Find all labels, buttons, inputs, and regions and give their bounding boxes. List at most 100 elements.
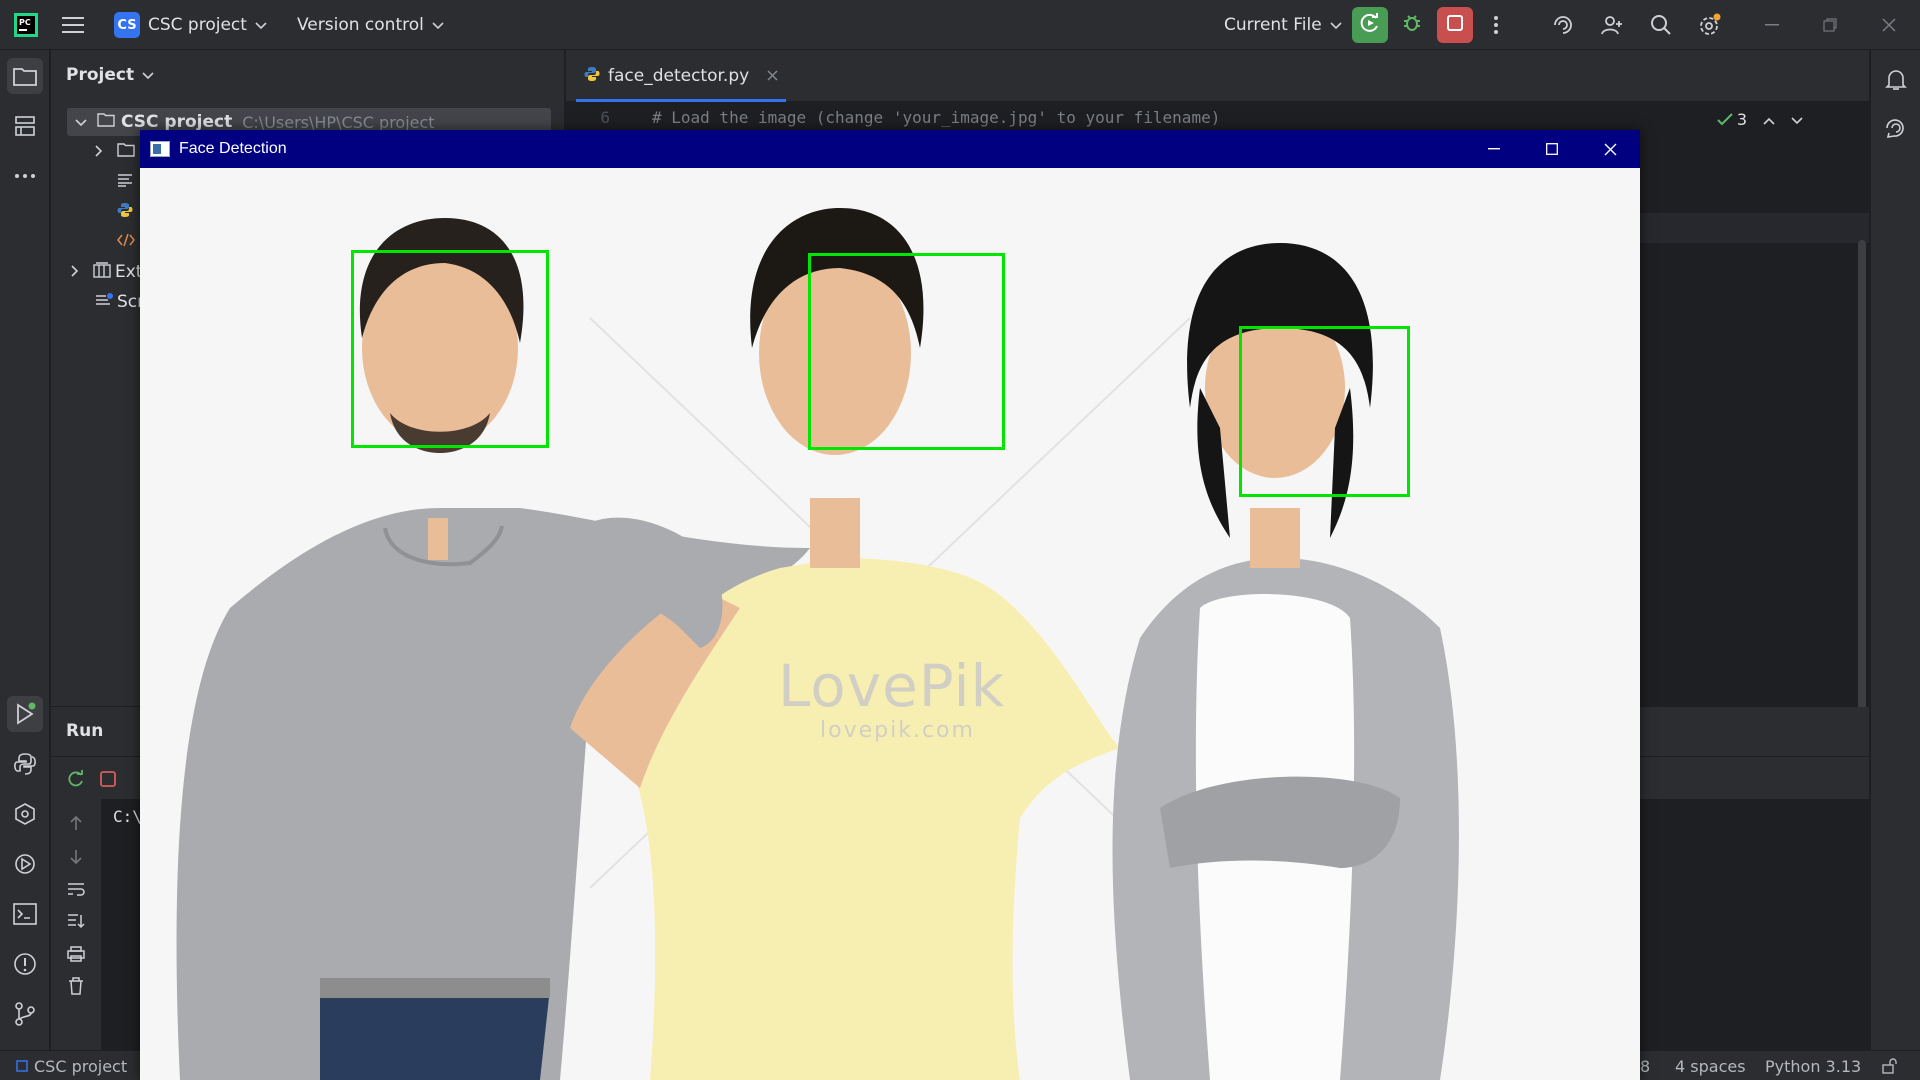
right-tool-window-bar (1870, 50, 1920, 1050)
cv-minimize-icon[interactable] (1466, 130, 1522, 168)
search-icon[interactable] (1644, 0, 1678, 50)
status-project-name: CSC project (34, 1056, 128, 1076)
run-config-label: Current File (1224, 15, 1322, 35)
main-menu-icon[interactable] (60, 0, 86, 50)
folder-icon (117, 142, 135, 162)
editor-tab-bar: face_detector.py (566, 50, 1869, 102)
inspection-count: 3 (1736, 110, 1747, 129)
unlock-icon[interactable] (1882, 1051, 1898, 1080)
more-tool-windows-icon[interactable] (7, 158, 43, 194)
run-configuration-select[interactable]: Current File (1224, 0, 1342, 50)
run-services-icon[interactable] (7, 846, 43, 882)
html-file-icon (117, 232, 135, 252)
ai-assistant-icon[interactable] (1546, 0, 1580, 50)
editor-scrollbar[interactable] (1858, 240, 1866, 730)
terminal-icon[interactable] (7, 896, 43, 932)
stop-button[interactable] (1437, 7, 1473, 43)
tab-close-icon[interactable] (767, 66, 778, 86)
tree-item-text-file[interactable] (117, 168, 133, 196)
stop-icon[interactable] (94, 765, 122, 793)
arrow-down-icon[interactable] (62, 843, 90, 871)
scratches-icon (95, 292, 113, 313)
cv-maximize-icon[interactable] (1524, 130, 1580, 168)
tree-external-libraries-label: Ext (115, 262, 143, 282)
ide-window: PC CS CSC project Version control Curren… (0, 0, 1920, 1080)
chevron-down-icon (142, 65, 154, 85)
tree-root-path: C:\Users\HP\CSC project (242, 112, 435, 132)
status-interpreter[interactable]: Python 3.13 (1765, 1051, 1861, 1080)
more-actions-icon[interactable] (1482, 0, 1510, 50)
chevron-down-icon (1330, 15, 1342, 35)
scroll-to-end-icon[interactable] (62, 907, 90, 935)
run-tool-icon[interactable] (7, 696, 43, 732)
status-indent-label: 4 spaces (1675, 1056, 1746, 1076)
status-indent[interactable]: 4 spaces (1675, 1051, 1746, 1080)
status-caret-position[interactable]: 8 (1640, 1051, 1650, 1080)
minimize-icon[interactable] (1755, 0, 1789, 50)
rerun-icon (1359, 12, 1381, 39)
status-project-breadcrumb[interactable]: CSC project (16, 1051, 127, 1080)
face-detection-box (351, 250, 549, 448)
close-icon[interactable] (1872, 0, 1906, 50)
cv-close-icon[interactable] (1582, 130, 1638, 168)
inspection-status: 3 (1717, 110, 1747, 129)
arrow-up-icon[interactable] (62, 809, 90, 837)
folder-icon (97, 112, 115, 132)
project-badge: CS (114, 12, 140, 38)
code-line[interactable]: 6 # Load the image (change 'your_image.j… (566, 102, 1826, 132)
window-app-icon (150, 141, 170, 157)
project-folder-icon[interactable] (7, 58, 43, 94)
git-icon[interactable] (7, 996, 43, 1032)
left-tool-window-bar (0, 50, 50, 1050)
settings-gear-icon[interactable] (1693, 0, 1727, 50)
project-switcher[interactable]: CS CSC project (114, 0, 267, 50)
tab-face-detector[interactable]: face_detector.py (576, 50, 786, 102)
watermark-logo: LovePik (778, 652, 1006, 720)
python-packages-icon[interactable] (7, 746, 43, 782)
face-detection-box (1239, 326, 1410, 497)
inspection-widget[interactable]: 3 (1717, 110, 1803, 129)
tree-item-folder[interactable] (95, 138, 135, 166)
chevron-up-icon[interactable] (1763, 110, 1775, 129)
rerun-icon[interactable] (62, 765, 90, 793)
face-detection-box (808, 253, 1005, 450)
library-icon (93, 261, 111, 283)
code-with-me-icon[interactable] (1595, 0, 1629, 50)
project-panel-header[interactable]: Project (66, 65, 154, 85)
restore-icon[interactable] (1813, 0, 1847, 50)
notifications-bell-icon[interactable] (1878, 62, 1914, 98)
chevron-right-icon (95, 142, 103, 162)
chevron-down-icon[interactable] (1791, 110, 1803, 129)
debug-button[interactable] (1394, 0, 1430, 50)
ai-chat-icon[interactable] (1878, 110, 1914, 146)
tree-item-scratches[interactable]: Scr (95, 288, 144, 316)
services-icon[interactable] (7, 796, 43, 832)
cv-window-titlebar[interactable]: Face Detection (140, 130, 1640, 168)
cv-window-title: Face Detection (179, 140, 287, 157)
structure-icon[interactable] (7, 108, 43, 144)
project-name: CSC project (148, 15, 247, 35)
main-toolbar: PC CS CSC project Version control Curren… (0, 0, 1920, 50)
print-icon[interactable] (62, 940, 90, 968)
chevron-down-icon (432, 15, 444, 35)
project-panel-title: Project (66, 65, 135, 85)
run-panel-title: Run (66, 721, 104, 741)
line-number: 6 (600, 107, 610, 127)
pycharm-logo-icon: PC (12, 0, 40, 50)
version-control-label: Version control (297, 15, 424, 35)
problems-icon[interactable] (7, 946, 43, 982)
rerun-button[interactable] (1352, 7, 1388, 43)
tree-item-external-libraries[interactable]: Ext (71, 258, 142, 286)
soft-wrap-icon[interactable] (62, 875, 90, 903)
python-file-icon (584, 66, 600, 87)
chevron-down-icon (75, 112, 87, 132)
detection-image: LovePik lovepik.com (140, 168, 1640, 1080)
tree-item-html-file[interactable] (117, 228, 135, 256)
tree-item-python-file[interactable] (117, 198, 133, 226)
console-text: C:\ (113, 807, 142, 826)
face-detection-window[interactable]: Face Detection LovePik lovepik.com (140, 130, 1640, 1080)
version-control-menu[interactable]: Version control (297, 0, 444, 50)
svg-text:PC: PC (19, 18, 31, 27)
chevron-down-icon (255, 15, 267, 35)
trash-icon[interactable] (62, 972, 90, 1000)
